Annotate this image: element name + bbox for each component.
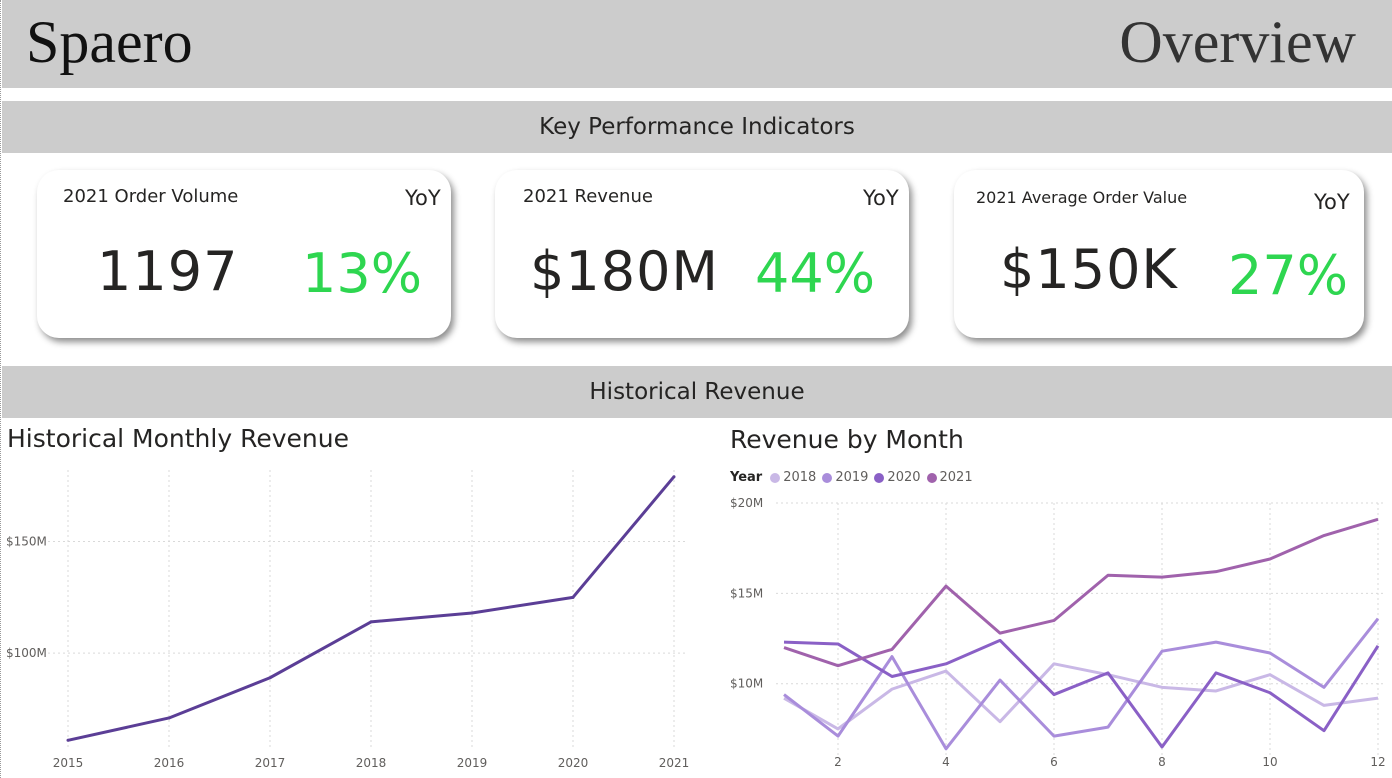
legend-dot	[770, 472, 781, 483]
y-tick-label: $10M	[730, 677, 763, 691]
x-tick-label: 2021	[659, 756, 690, 770]
legend-dot	[874, 472, 885, 483]
chart-title-revenue-by-month: Revenue by Month	[730, 425, 964, 454]
kpi-value: $180M	[530, 240, 720, 303]
x-tick-label: 12	[1370, 755, 1385, 769]
data-point	[470, 611, 474, 615]
x-tick-label: 2016	[154, 756, 185, 770]
y-tick-label: $100M	[6, 646, 47, 660]
kpi-title: 2021 Order Volume	[63, 186, 239, 207]
kpi-yoy-value: 44%	[755, 242, 876, 305]
data-point	[571, 595, 575, 599]
data-point	[268, 676, 272, 680]
legend-item-2020[interactable]: 2020	[874, 470, 921, 485]
header-bar: Spaero Overview	[2, 0, 1392, 88]
kpi-title: 2021 Revenue	[523, 186, 653, 207]
series-line-2021	[783, 517, 1379, 668]
kpi-yoy-label: YoY	[863, 186, 899, 210]
kpi-title: 2021 Average Order Value	[976, 188, 1188, 207]
series-line-2018	[783, 662, 1379, 731]
x-tick-label: 2020	[558, 756, 589, 770]
x-tick-label: 2019	[457, 756, 488, 770]
kpi-yoy-label: YoY	[405, 186, 441, 210]
chart-legend: Year 2018 2019 2020 2021	[730, 470, 979, 485]
kpi-card-order-volume: 2021 Order Volume YoY 1197 13%	[37, 170, 451, 338]
kpi-value: 1197	[97, 240, 239, 303]
data-point	[66, 738, 70, 742]
data-point	[369, 620, 373, 624]
legend-dot	[822, 472, 833, 483]
kpi-yoy-value: 27%	[1228, 244, 1349, 307]
kpi-card-revenue: 2021 Revenue YoY $180M 44%	[495, 170, 909, 338]
data-point	[672, 475, 676, 479]
y-tick-label: $20M	[730, 496, 763, 510]
x-tick-label: 4	[942, 755, 950, 769]
x-tick-label: 2	[834, 755, 842, 769]
legend-item-2021[interactable]: 2021	[926, 470, 973, 485]
legend-label: 2018	[783, 470, 817, 485]
chart-title-historical-monthly-revenue: Historical Monthly Revenue	[7, 424, 349, 453]
legend-item-2018[interactable]: 2018	[770, 470, 816, 485]
x-tick-label: 8	[1158, 755, 1166, 769]
legend-label: 2020	[887, 470, 921, 485]
kpi-section-header: Key Performance Indicators	[2, 101, 1392, 153]
kpi-value: $150K	[1000, 238, 1178, 301]
x-tick-label: 10	[1262, 755, 1277, 769]
legend-label: 2019	[835, 470, 869, 485]
x-tick-label: 2015	[53, 756, 84, 770]
chart-revenue-by-month: $10M $15M $20M 2 4 6 8 10 12	[730, 496, 1386, 769]
kpi-yoy-value: 13%	[302, 242, 423, 305]
history-section-header: Historical Revenue	[2, 366, 1392, 418]
y-tick-label: $150M	[6, 534, 47, 548]
x-tick-label: 2018	[356, 756, 387, 770]
x-tick-label: 6	[1050, 755, 1058, 769]
legend-item-2019[interactable]: 2019	[822, 470, 868, 485]
legend-title: Year	[730, 470, 763, 485]
page-title: Overview	[1119, 9, 1356, 75]
chart-historical-monthly-revenue: 2015 2016 2017 2018 2019 2020 2021 $100M $150M	[6, 470, 690, 770]
brand-title: Spaero	[26, 9, 193, 75]
kpi-yoy-label: YoY	[1314, 190, 1350, 214]
y-tick-label: $15M	[730, 586, 763, 600]
kpi-card-average-order-value: 2021 Average Order Value YoY $150K 27%	[954, 170, 1364, 338]
x-tick-label: 2017	[255, 756, 286, 770]
data-point	[167, 716, 171, 720]
legend-label: 2021	[939, 470, 973, 485]
legend-dot	[926, 472, 937, 483]
